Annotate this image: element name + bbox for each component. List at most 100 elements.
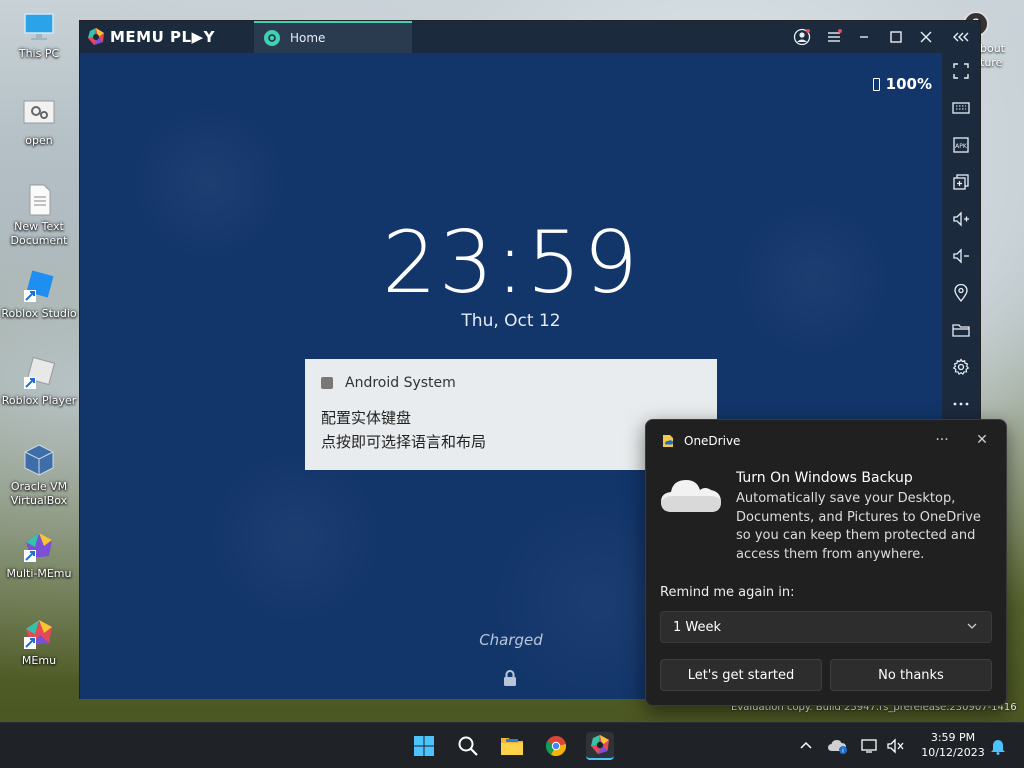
remind-dropdown-value: 1 Week (673, 619, 722, 635)
chevrons-left-icon (953, 32, 969, 42)
get-started-button[interactable]: Let's get started (660, 659, 822, 691)
desktop-icon-label: open (25, 134, 53, 147)
search-icon (458, 736, 478, 756)
desktop-icon-label: Roblox Studio (1, 307, 77, 320)
folder-icon (501, 738, 523, 755)
collapse-sidebar-button[interactable] (951, 27, 971, 47)
close-button[interactable]: ✕ (972, 432, 992, 450)
volume-muted-icon (887, 738, 904, 754)
svg-text:APK: APK (955, 143, 968, 150)
onedrive-header: OneDrive (662, 434, 740, 448)
taskbar-time: 3:59 PM (930, 731, 976, 744)
roblox-studio-icon (22, 270, 56, 304)
lock-screen-clock: 23:59 (382, 213, 640, 313)
chrome-button[interactable] (542, 732, 570, 760)
more-horizontal-icon (953, 402, 969, 406)
taskbar-date: 10/12/2023 (921, 746, 985, 759)
close-icon (920, 31, 932, 43)
lock-screen-date: Thu, Oct 12 (461, 311, 561, 331)
install-apk-button[interactable]: APK (951, 135, 971, 155)
desktop-icon-this-pc[interactable]: This PC (0, 10, 78, 61)
memu-icon (591, 735, 609, 754)
desktop-icon-new-text-document[interactable]: New Text Document (0, 183, 78, 248)
user-icon (793, 28, 811, 46)
monitor-icon (22, 10, 56, 44)
desktop-icon-label: Multi-MEmu (6, 567, 72, 580)
taskbar: i 3:59 PM 10/12/2023 (0, 722, 1024, 768)
start-button[interactable] (410, 732, 438, 760)
remind-label: Remind me again in: (660, 585, 795, 600)
volume-up-button[interactable] (951, 209, 971, 229)
battery-status: 100% (872, 75, 932, 93)
menu-button[interactable] (824, 27, 844, 47)
close-button[interactable] (916, 27, 936, 47)
network-tray-button[interactable] (856, 732, 884, 760)
maximize-icon (890, 31, 902, 43)
battery-percent: 100% (885, 75, 932, 93)
desktop-icon-memu[interactable]: MEmu (0, 617, 78, 668)
desktop-icon-oracle-vm-virtualbox[interactable]: Oracle VM VirtualBox (0, 443, 78, 508)
memu-taskbar-button[interactable] (586, 732, 614, 760)
partial-label-line-1: bout (980, 42, 1005, 55)
virtualbox-icon (22, 443, 56, 477)
notifications-button[interactable] (984, 732, 1012, 760)
maximize-button[interactable] (886, 27, 906, 47)
more-options-button[interactable]: ··· (932, 432, 952, 450)
tab-home[interactable]: Home (254, 21, 412, 53)
remind-dropdown[interactable]: 1 Week (660, 611, 992, 643)
notification-text: 点按即可选择语言和布局 (321, 433, 487, 451)
gear-icon (952, 358, 970, 376)
bell-icon (991, 740, 1005, 755)
fullscreen-button[interactable] (951, 61, 971, 81)
desktop-icon-partial-label: bout ture (980, 42, 1005, 70)
settings-file-icon (22, 97, 56, 131)
show-hidden-icons-button[interactable] (792, 732, 820, 760)
roblox-player-icon (22, 356, 56, 391)
desktop-icon-label: Roblox Player (1, 394, 77, 407)
taskbar-clock[interactable]: 3:59 PM 10/12/2023 (918, 730, 988, 760)
onedrive-body: Automatically save your Desktop, Documen… (736, 491, 981, 562)
minimize-button[interactable] (854, 27, 874, 47)
fullscreen-icon (953, 63, 969, 79)
lock-icon (501, 669, 519, 687)
onedrive-app-icon (663, 435, 673, 447)
tab-home-label: Home (290, 31, 326, 45)
account-button[interactable] (792, 27, 812, 47)
windows-icon (414, 736, 434, 756)
notification-app: Android System (321, 375, 456, 391)
cloud-icon (660, 474, 722, 516)
volume-down-icon (953, 248, 969, 264)
add-window-icon (953, 174, 969, 190)
shared-folder-button[interactable] (951, 320, 971, 340)
notification-app-name: Android System (345, 375, 456, 391)
onedrive-notification: OneDrive ··· ✕ Turn On Windows Backup Au… (645, 419, 1007, 706)
multi-memu-icon (22, 530, 56, 564)
more-options-button[interactable] (951, 394, 971, 414)
settings-button[interactable] (951, 357, 971, 377)
desktop-icon-label: This PC (18, 47, 60, 60)
onedrive-tray-button[interactable]: i (824, 732, 852, 760)
desktop-icon-open[interactable]: open (0, 97, 78, 148)
text-file-icon (22, 183, 56, 217)
desktop-icon-multi-memu[interactable]: Multi-MEmu (0, 530, 78, 581)
memu-titlebar: MEMU PL▶Y Home (80, 21, 980, 53)
volume-tray-button[interactable] (882, 732, 910, 760)
partial-label-line-2: ture (980, 56, 1003, 69)
multi-window-button[interactable] (951, 172, 971, 192)
chevron-down-icon (967, 623, 977, 629)
volume-down-button[interactable] (951, 246, 971, 266)
desktop-icon-roblox-studio[interactable]: Roblox Studio (0, 270, 78, 321)
hamburger-menu-icon (828, 29, 842, 42)
desktop-icon-label: MEmu (21, 654, 57, 667)
minimize-icon (860, 36, 868, 38)
desktop-icon-roblox-player[interactable]: Roblox Player (0, 356, 78, 408)
location-pin-icon (954, 284, 968, 302)
notification-title: 配置实体键盘 (321, 409, 412, 427)
file-explorer-button[interactable] (498, 732, 526, 760)
no-thanks-button[interactable]: No thanks (830, 659, 992, 691)
desktop-icon-label: New Text Document (10, 220, 68, 247)
memu-logo-icon (88, 28, 104, 45)
search-button[interactable] (454, 732, 482, 760)
location-button[interactable] (951, 283, 971, 303)
keyboard-button[interactable] (951, 98, 971, 118)
